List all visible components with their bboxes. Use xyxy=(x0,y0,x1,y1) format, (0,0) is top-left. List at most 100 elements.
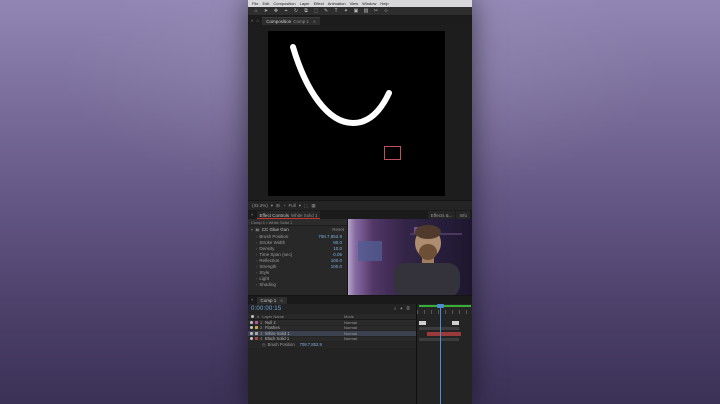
panel-menu-icon[interactable]: ≡ xyxy=(313,19,316,24)
property-value[interactable]: 100.0 xyxy=(331,258,342,263)
puppet-pin-tool-icon[interactable]: ⊹ xyxy=(382,7,390,16)
layer-name[interactable]: Null 2 xyxy=(265,320,276,325)
layer-name[interactable]: Black Solid 1 xyxy=(265,336,289,341)
hand-tool-icon[interactable]: ✥ xyxy=(272,7,280,16)
roto-brush-tool-icon[interactable]: ✂ xyxy=(372,7,380,16)
layer-blend-mode[interactable]: Normal xyxy=(344,336,357,341)
current-time-indicator[interactable] xyxy=(440,304,441,404)
layer-duration-bar-selected[interactable] xyxy=(427,332,461,336)
menu-item[interactable]: View xyxy=(350,1,359,6)
menu-item[interactable]: Help xyxy=(380,1,388,6)
layer-label-color[interactable] xyxy=(255,337,258,341)
layer-visibility-icon[interactable] xyxy=(250,320,253,324)
twirl-right-icon[interactable]: › xyxy=(256,246,257,251)
type-tool-icon[interactable]: T xyxy=(332,7,340,16)
composition-tab-label: Composition xyxy=(266,19,292,24)
expanded-property-row[interactable]: ◷ Brush Position 708.7,852.9 xyxy=(248,342,416,348)
zoom-tool-icon[interactable]: ⌖ xyxy=(282,7,290,16)
channels-icon[interactable]: ◔ xyxy=(283,203,286,208)
composition-canvas[interactable] xyxy=(268,31,445,196)
stopwatch-icon[interactable]: ◷ xyxy=(262,342,266,347)
layer-duration-bar[interactable] xyxy=(419,337,459,341)
twirl-right-icon[interactable]: › xyxy=(256,264,257,269)
grid-guides-icon[interactable]: ⊞ xyxy=(276,203,280,209)
layer-out-point-marker[interactable] xyxy=(452,321,459,325)
video-frame: File Edit Composition Layer Effect Animation V… xyxy=(0,0,720,404)
column-mode[interactable]: Mode xyxy=(344,314,354,319)
layer-label-color[interactable] xyxy=(255,326,258,330)
property-value[interactable]: 0.05 xyxy=(333,252,342,257)
graph-editor-icon[interactable]: ≣ xyxy=(406,306,410,312)
layer-row[interactable]: 4 Black Solid 1 Normal xyxy=(248,336,416,342)
panel-chevrons-icon[interactable]: « xyxy=(251,297,254,302)
panel-tab[interactable]: Info xyxy=(456,211,470,219)
home-panel-icon[interactable]: ⌂ xyxy=(257,18,260,23)
twirl-right-icon[interactable]: › xyxy=(256,252,257,257)
magnification-select[interactable]: (33.3%) xyxy=(252,203,268,208)
property-value[interactable]: 100.0 xyxy=(331,264,342,269)
layer-visibility-icon[interactable] xyxy=(250,326,253,330)
tab-composition[interactable]: Composition Comp 1 ≡ xyxy=(262,17,320,25)
layer-blend-mode[interactable]: Normal xyxy=(344,320,357,325)
time-ruler[interactable] xyxy=(416,304,472,314)
effect-reset-button[interactable]: Reset xyxy=(332,227,344,232)
clone-stamp-tool-icon[interactable]: ▣ xyxy=(352,7,360,16)
current-timecode[interactable]: 0:00:00:15 xyxy=(251,306,281,312)
region-of-interest-icon[interactable]: ⬚ xyxy=(304,203,308,209)
layer-blend-mode[interactable]: Normal xyxy=(344,331,357,336)
column-layer-name[interactable]: Layer Name xyxy=(262,314,284,319)
twirl-right-icon[interactable]: › xyxy=(256,276,257,281)
expanded-property-value[interactable]: 708.7,852.9 xyxy=(300,342,322,347)
menu-item[interactable]: File xyxy=(252,1,258,6)
brush-tool-icon[interactable]: ✦ xyxy=(342,7,350,16)
menu-item[interactable]: Edit xyxy=(262,1,269,6)
orbit-camera-tool-icon[interactable]: ↻ xyxy=(292,7,300,16)
eraser-tool-icon[interactable]: ▨ xyxy=(362,7,370,16)
layer-label-color[interactable] xyxy=(255,320,258,324)
track-area[interactable] xyxy=(416,314,472,404)
resolution-select[interactable]: Full xyxy=(289,203,296,208)
property-value[interactable]: 708.7,852.9 xyxy=(318,234,342,239)
layer-visibility-icon[interactable] xyxy=(250,337,253,341)
home-icon[interactable]: ⌂ xyxy=(252,7,260,16)
tab-effect-controls[interactable]: Effect Controls White Solid 1 xyxy=(256,211,321,219)
layer-name[interactable]: White Solid 1 xyxy=(265,331,290,336)
twirl-right-icon[interactable]: › xyxy=(256,240,257,245)
menu-item[interactable]: Effect xyxy=(314,1,324,6)
layer-blend-mode[interactable]: Normal xyxy=(344,325,357,330)
tab-timeline-comp[interactable]: Comp 1 ≡ xyxy=(256,297,287,304)
menu-item[interactable]: Layer xyxy=(300,1,310,6)
tool-bar: ⌂ ➤ ✥ ⌖ ↻ ⧉ ⬚ ✎ T ✦ ▣ ▨ ✂ ⊹ xyxy=(248,7,472,16)
menu-item[interactable]: Window xyxy=(362,1,376,6)
layer-visibility-icon[interactable] xyxy=(250,331,253,335)
menu-item[interactable]: Composition xyxy=(273,1,295,6)
mask-shape-tool-icon[interactable]: ⬚ xyxy=(312,7,320,16)
pen-tool-icon[interactable]: ✎ xyxy=(322,7,330,16)
brush-target-box xyxy=(384,146,401,160)
effect-header-row[interactable]: ▾ fx CC Glue Gun Reset xyxy=(248,226,347,233)
layer-label-color[interactable] xyxy=(255,331,258,335)
layer-name[interactable]: Flashes xyxy=(265,325,280,330)
twirl-right-icon[interactable]: › xyxy=(256,270,257,275)
layer-in-point-marker[interactable] xyxy=(419,321,426,325)
twirl-right-icon[interactable]: › xyxy=(256,234,257,239)
transparency-grid-icon[interactable]: ▦ xyxy=(311,203,315,209)
lower-panel-tab-bar: « Effect Controls White Solid 1 Effects … xyxy=(248,210,472,219)
twirl-right-icon[interactable]: › xyxy=(256,282,257,287)
panel-menu-icon[interactable]: ≡ xyxy=(280,298,283,303)
menu-item[interactable]: Animation xyxy=(328,1,346,6)
twirl-right-icon[interactable]: › xyxy=(256,258,257,263)
layer-duration-bar[interactable] xyxy=(419,326,459,330)
pan-behind-tool-icon[interactable]: ⧉ xyxy=(302,7,310,16)
timeline-panel: « Comp 1 ≡ 0:00:00:15 ⌕ ✦ ≣ # Layer Name… xyxy=(248,295,472,404)
panel-chevrons-icon[interactable]: « xyxy=(251,18,254,23)
panel-tab[interactable]: Effects &... xyxy=(427,211,456,219)
search-icon[interactable]: ⌕ xyxy=(394,306,397,312)
panel-chevrons-icon[interactable]: « xyxy=(251,212,254,217)
property-value[interactable]: 10.0 xyxy=(333,246,342,251)
twirl-down-icon[interactable]: ▾ xyxy=(251,227,253,232)
property-value[interactable]: 80.0 xyxy=(333,240,342,245)
fx-badge-icon: fx xyxy=(255,227,260,232)
selection-tool-icon[interactable]: ➤ xyxy=(262,7,270,16)
motion-blur-icon[interactable]: ✦ xyxy=(399,306,403,312)
